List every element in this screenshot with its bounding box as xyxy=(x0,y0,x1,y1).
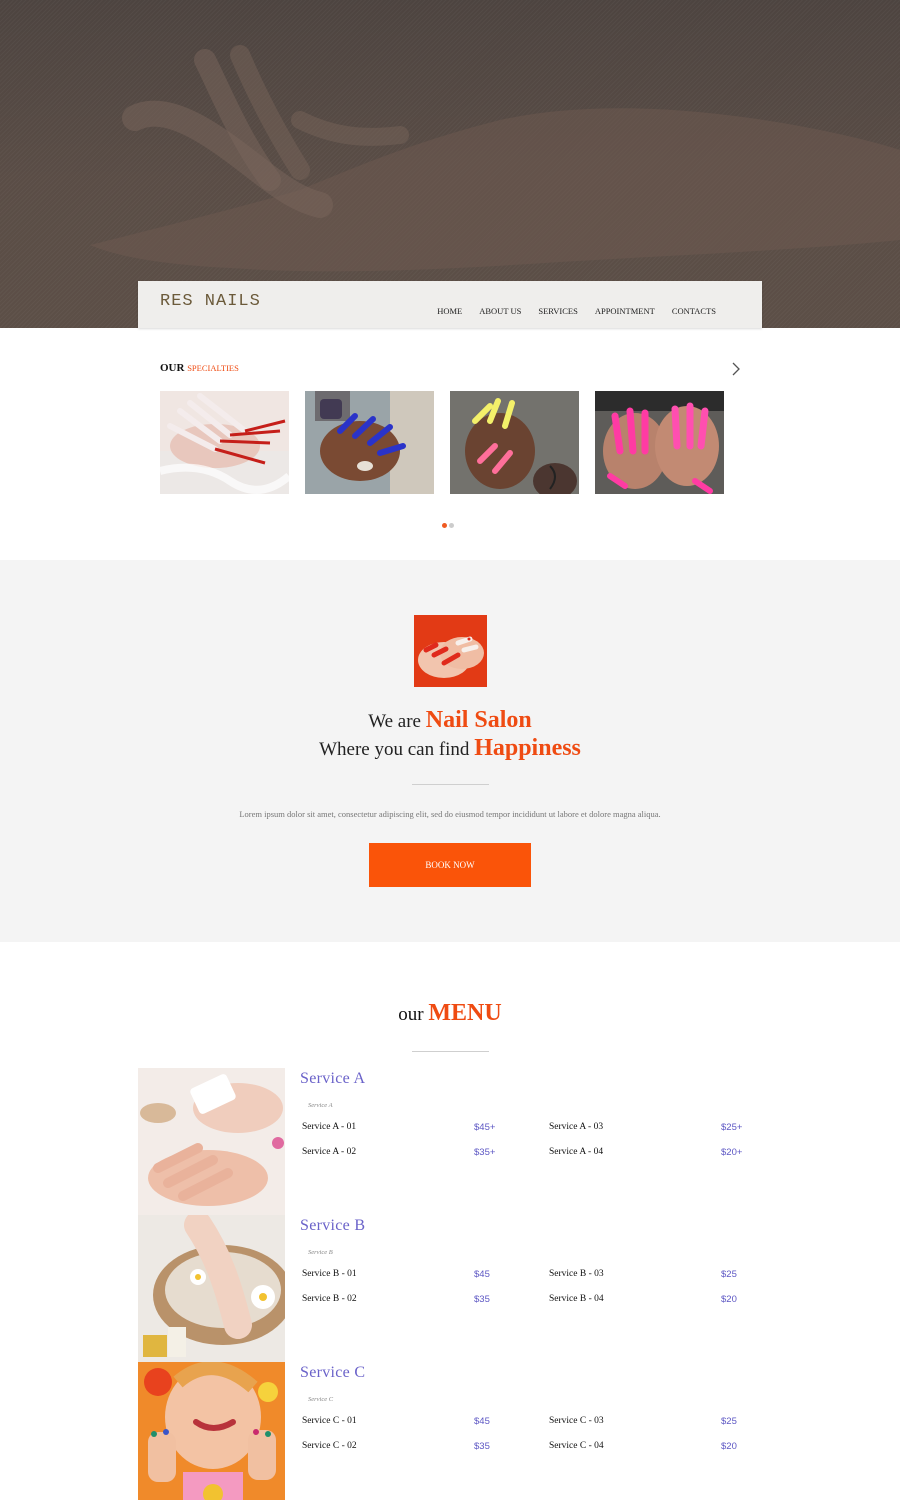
service-b-item-4: Service B - 04 xyxy=(549,1294,604,1304)
carousel-dot-1[interactable] xyxy=(442,523,447,528)
headline-line-2-highlight: Happiness xyxy=(474,735,581,761)
nav-links: HOME ABOUT US SERVICES APPOINTMENT CONTA… xyxy=(420,306,716,316)
service-b-item-2: Service B - 02 xyxy=(302,1294,357,1304)
service-b-name: Service B xyxy=(300,1217,366,1234)
nav-appointment[interactable]: APPOINTMENT xyxy=(595,306,655,316)
service-b-item-3: Service B - 03 xyxy=(549,1269,604,1279)
service-a-price-4: $20+ xyxy=(721,1147,743,1158)
service-b-price-2: $35 xyxy=(474,1294,490,1305)
brand-logo[interactable]: RES NAILS xyxy=(160,292,261,311)
service-a-price-2: $35+ xyxy=(474,1147,496,1158)
service-b-image xyxy=(138,1215,285,1362)
about-section: We are Nail Salon Where you can find Hap… xyxy=(0,560,900,942)
service-a-name: Service A xyxy=(300,1070,366,1087)
main-navbar: RES NAILS HOME ABOUT US SERVICES APPOINT… xyxy=(138,281,762,328)
service-c-subtitle: Service C xyxy=(308,1396,334,1403)
specialty-thumbnail-1[interactable] xyxy=(160,391,289,494)
about-divider xyxy=(412,784,489,785)
menu-divider xyxy=(412,1051,489,1052)
carousel-dots xyxy=(442,523,454,528)
service-c-price-3: $25 xyxy=(721,1416,737,1427)
specialties-title: OUR SPECIALTIES xyxy=(160,362,239,374)
nav-services[interactable]: SERVICES xyxy=(538,306,577,316)
service-a-image xyxy=(138,1068,285,1215)
nav-home[interactable]: HOME xyxy=(437,306,462,316)
specialty-thumbnail-2[interactable] xyxy=(305,391,434,494)
service-c-item-3: Service C - 03 xyxy=(549,1416,604,1426)
service-b-item-1: Service B - 01 xyxy=(302,1269,357,1279)
service-a-price-1: $45+ xyxy=(474,1122,496,1133)
specialty-thumbnail-4[interactable] xyxy=(595,391,724,494)
service-c-price-1: $45 xyxy=(474,1416,490,1427)
service-c-price-2: $35 xyxy=(474,1441,490,1452)
specialties-title-accent: SPECIALTIES xyxy=(187,363,239,373)
headline-line-1: We are Nail Salon xyxy=(0,707,900,734)
service-b-price-1: $45 xyxy=(474,1269,490,1280)
hand-illustration xyxy=(90,45,900,272)
nav-contacts[interactable]: CONTACTS xyxy=(672,306,716,316)
hero-banner xyxy=(0,0,900,328)
service-c-item-1: Service C - 01 xyxy=(302,1416,357,1426)
menu-title-highlight: MENU xyxy=(428,1000,502,1026)
service-a-item-4: Service A - 04 xyxy=(549,1147,604,1157)
headline-line-1-prefix: We are xyxy=(368,711,421,732)
carousel-dot-2[interactable] xyxy=(449,523,454,528)
service-b-subtitle: Service B xyxy=(308,1249,333,1256)
service-a-price-3: $25+ xyxy=(721,1122,743,1133)
service-c-item-2: Service C - 02 xyxy=(302,1441,357,1451)
about-nail-image xyxy=(414,615,487,687)
specialties-title-bold: OUR xyxy=(160,362,185,374)
headline-line-1-highlight: Nail Salon xyxy=(425,707,532,733)
service-c-name: Service C xyxy=(300,1364,366,1381)
service-a-item-1: Service A - 01 xyxy=(302,1122,357,1132)
headline-line-2-prefix: Where you can find xyxy=(319,739,470,760)
service-c-image xyxy=(138,1362,285,1500)
headline-line-2: Where you can find Happiness xyxy=(0,735,900,762)
chevron-right-icon[interactable] xyxy=(728,361,744,377)
service-a-subtitle: Service A xyxy=(308,1102,333,1109)
service-a-item-2: Service A - 02 xyxy=(302,1147,357,1157)
service-c-item-4: Service C - 04 xyxy=(549,1441,604,1451)
about-body-text: Lorem ipsum dolor sit amet, consectetur … xyxy=(239,809,661,819)
specialty-thumbnail-3[interactable] xyxy=(450,391,579,494)
service-a-item-3: Service A - 03 xyxy=(549,1122,604,1132)
book-now-button[interactable]: BOOK NOW xyxy=(369,843,531,887)
nav-about-us[interactable]: ABOUT US xyxy=(479,306,521,316)
service-c-price-4: $20 xyxy=(721,1441,737,1452)
service-b-price-4: $20 xyxy=(721,1294,737,1305)
service-b-price-3: $25 xyxy=(721,1269,737,1280)
menu-title-prefix: our xyxy=(398,1004,424,1025)
menu-title: our MENU xyxy=(0,1000,900,1027)
